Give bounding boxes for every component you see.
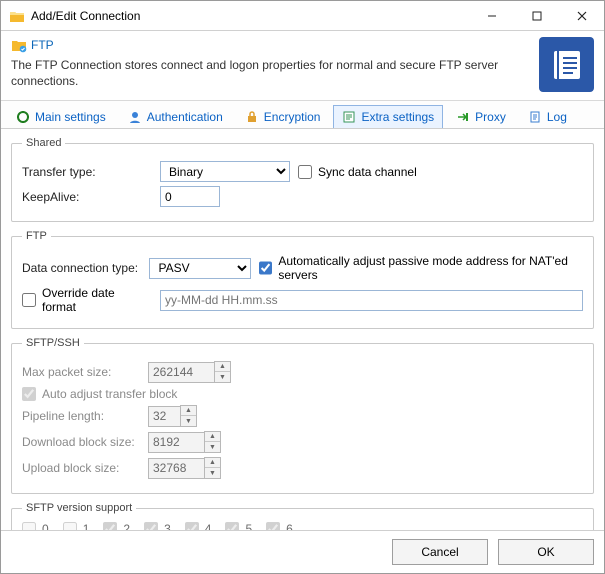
checkbox-auto-adjust-transfer-block[interactable]: Auto adjust transfer block bbox=[22, 387, 177, 401]
window-title: Add/Edit Connection bbox=[31, 9, 469, 23]
checkbox-auto-adjust-nat[interactable]: Automatically adjust passive mode addres… bbox=[259, 254, 583, 282]
tab-log[interactable]: Log bbox=[519, 105, 576, 128]
input-date-format[interactable] bbox=[160, 290, 583, 311]
group-shared: Shared Transfer type: Binary Sync data c… bbox=[11, 137, 594, 222]
connection-type-text: FTP bbox=[31, 38, 54, 52]
label-keepalive: KeepAlive: bbox=[22, 190, 152, 204]
input-keepalive[interactable] bbox=[160, 186, 220, 207]
connection-type-label: FTP bbox=[11, 37, 531, 53]
app-icon bbox=[9, 8, 25, 24]
group-ftp: FTP Data connection type: PASV Automatic… bbox=[11, 230, 594, 329]
checkbox-override-date-format[interactable]: Override date format bbox=[22, 286, 152, 314]
group-sftp-version-legend: SFTP version support bbox=[22, 502, 136, 514]
group-sftp-ssh: SFTP/SSH Max packet size: ▲▼ Auto adjust… bbox=[11, 337, 594, 494]
spinner-download-block-size[interactable]: ▲▼ bbox=[148, 431, 221, 453]
ok-button[interactable]: OK bbox=[498, 539, 594, 565]
group-shared-legend: Shared bbox=[22, 137, 65, 149]
tab-encryption[interactable]: Encryption bbox=[236, 105, 330, 128]
header: FTP The FTP Connection stores connect an… bbox=[1, 31, 604, 101]
spin-up-icon[interactable]: ▲ bbox=[215, 362, 230, 372]
combo-transfer-type[interactable]: Binary bbox=[160, 161, 290, 182]
group-sftp-legend: SFTP/SSH bbox=[22, 337, 84, 349]
label-data-connection-type: Data connection type: bbox=[22, 261, 141, 275]
dialog-footer: Cancel OK bbox=[1, 530, 604, 573]
label-pipeline-length: Pipeline length: bbox=[22, 409, 140, 423]
tab-authentication[interactable]: Authentication bbox=[119, 105, 232, 128]
titlebar: Add/Edit Connection bbox=[1, 1, 604, 31]
spinner-pipeline-length[interactable]: ▲▼ bbox=[148, 405, 197, 427]
tab-content: Shared Transfer type: Binary Sync data c… bbox=[1, 129, 604, 561]
label-upload-block-size: Upload block size: bbox=[22, 461, 140, 475]
tab-bar: Main settings Authentication Encryption … bbox=[1, 101, 604, 129]
spinner-max-packet-size[interactable]: ▲▼ bbox=[148, 361, 231, 383]
close-button[interactable] bbox=[559, 1, 604, 30]
spin-down-icon[interactable]: ▼ bbox=[215, 372, 230, 382]
spinner-upload-block-size[interactable]: ▲▼ bbox=[148, 457, 221, 479]
dialog-window: Add/Edit Connection FTP The FTP Connecti… bbox=[0, 0, 605, 574]
tab-proxy[interactable]: Proxy bbox=[447, 105, 515, 128]
tab-main-settings[interactable]: Main settings bbox=[7, 105, 115, 128]
tab-extra-settings[interactable]: Extra settings bbox=[333, 105, 443, 128]
connection-description: The FTP Connection stores connect and lo… bbox=[11, 57, 501, 89]
checkbox-sync-data-channel[interactable]: Sync data channel bbox=[298, 165, 417, 179]
maximize-button[interactable] bbox=[514, 1, 559, 30]
group-ftp-legend: FTP bbox=[22, 230, 51, 242]
cancel-button[interactable]: Cancel bbox=[392, 539, 488, 565]
label-download-block-size: Download block size: bbox=[22, 435, 140, 449]
help-book-icon[interactable] bbox=[539, 37, 594, 92]
minimize-button[interactable] bbox=[469, 1, 514, 30]
combo-data-connection-type[interactable]: PASV bbox=[149, 258, 251, 279]
label-transfer-type: Transfer type: bbox=[22, 165, 152, 179]
label-max-packet-size: Max packet size: bbox=[22, 365, 140, 379]
